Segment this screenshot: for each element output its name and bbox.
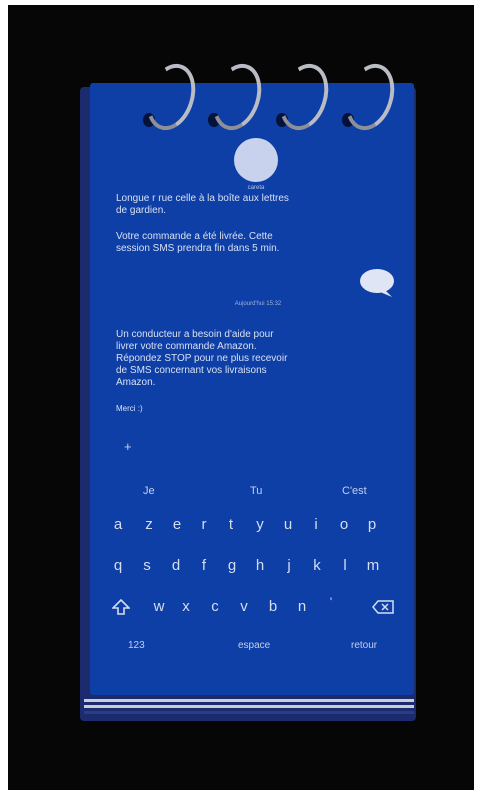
page-edge: [84, 711, 414, 714]
message-line: Amazon.: [116, 377, 156, 388]
space-key[interactable]: espace: [238, 640, 270, 651]
return-key[interactable]: retour: [351, 640, 377, 651]
suggestion-cest[interactable]: C'est: [342, 485, 367, 497]
message-line: Longue r rue celle à la boîte aux lettre…: [116, 193, 289, 204]
suggestion-tu[interactable]: Tu: [250, 485, 262, 497]
key-y[interactable]: y: [249, 516, 271, 533]
key-g[interactable]: g: [221, 557, 243, 574]
add-attachment-button[interactable]: +: [124, 439, 132, 454]
key-n[interactable]: n: [291, 598, 313, 615]
key-x[interactable]: x: [175, 598, 197, 615]
key-r[interactable]: r: [193, 516, 215, 533]
key-q[interactable]: q: [107, 557, 129, 574]
contact-name: careta: [247, 185, 265, 191]
message-line: Répondez STOP pour ne plus recevoir: [116, 353, 288, 364]
message-line: livrer votre commande Amazon.: [116, 341, 257, 352]
message-bubble-icon: [360, 269, 394, 297]
timestamp: Aujourd'hui 15:32: [234, 301, 282, 307]
message-line: Un conducteur a besoin d'aide pour: [116, 329, 274, 340]
key-a[interactable]: a: [107, 516, 129, 533]
key-l[interactable]: l: [334, 557, 356, 574]
backspace-icon[interactable]: [372, 600, 394, 614]
key-h[interactable]: h: [249, 557, 271, 574]
key-d[interactable]: d: [165, 557, 187, 574]
key-apostrophe[interactable]: ': [320, 595, 342, 609]
key-c[interactable]: c: [204, 598, 226, 615]
key-u[interactable]: u: [277, 516, 299, 533]
key-w[interactable]: w: [148, 598, 170, 615]
photo-frame: careta Longue r rue celle à la boîte aux…: [8, 5, 474, 790]
key-i[interactable]: i: [305, 516, 327, 533]
key-p[interactable]: p: [361, 516, 383, 533]
key-b[interactable]: b: [262, 598, 284, 615]
numbers-key[interactable]: 123: [128, 640, 145, 651]
message-line: Votre commande a été livrée. Cette: [116, 231, 273, 242]
key-k[interactable]: k: [306, 557, 328, 574]
suggestion-je[interactable]: Je: [143, 485, 155, 497]
key-o[interactable]: o: [333, 516, 355, 533]
key-z[interactable]: z: [138, 516, 160, 533]
key-e[interactable]: e: [166, 516, 188, 533]
shift-icon[interactable]: [112, 599, 130, 615]
key-v[interactable]: v: [233, 598, 255, 615]
key-f[interactable]: f: [193, 557, 215, 574]
message-line: de gardien.: [116, 205, 167, 216]
contact-avatar: [234, 138, 278, 182]
key-t[interactable]: t: [220, 516, 242, 533]
key-j[interactable]: j: [278, 557, 300, 574]
page-edge: [84, 705, 414, 708]
page-edge: [84, 699, 414, 702]
message-line: de SMS concernant vos livraisons: [116, 365, 267, 376]
message-line: session SMS prendra fin dans 5 min.: [116, 243, 280, 254]
key-m[interactable]: m: [362, 557, 384, 574]
key-s[interactable]: s: [136, 557, 158, 574]
reply-message: Merci :): [116, 404, 143, 413]
